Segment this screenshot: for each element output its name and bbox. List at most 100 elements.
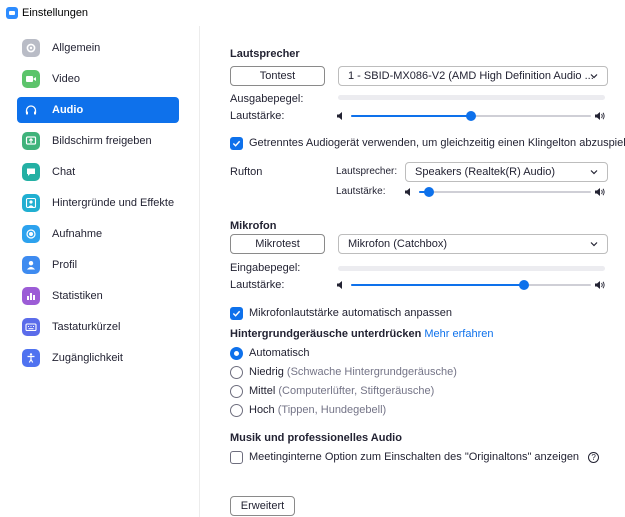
noise-option-hint: (Schwache Hintergrundgeräusche) — [286, 366, 457, 378]
noise-radio-automatisch[interactable] — [230, 347, 243, 360]
sidebar-item-allgemein[interactable]: Allgemein — [17, 35, 179, 61]
sidebar-item-zugaenglichkeit[interactable]: Zugänglichkeit — [17, 345, 179, 371]
help-icon[interactable]: ? — [588, 451, 600, 463]
noise-radio-mittel[interactable] — [230, 385, 243, 398]
noise-option-niedrig: Niedrig (Schwache Hintergrundgeräusche) — [249, 366, 457, 378]
learn-more-link[interactable]: Mehr erfahren — [424, 328, 493, 340]
noise-option-hoch: Hoch (Tippen, Hundegebell) — [249, 404, 386, 416]
sidebar-item-bildschirm-freigeben[interactable]: Bildschirm freigeben — [17, 128, 179, 154]
input-level-label: Eingabepegel: — [230, 262, 301, 274]
original-sound-label: Meetinginterne Option zum Einschalten de… — [249, 451, 580, 463]
microphone-device-value: Mikrofon (Catchbox) — [348, 238, 448, 250]
speaker-volume-label: Lautstärke: — [230, 110, 285, 122]
sidebar-item-label: Hintergründe und Effekte — [52, 197, 175, 209]
audio-settings-panel: Lautsprecher Tontest 1 - SBID-MX086-V2 (… — [230, 26, 625, 517]
sidebar-item-statistiken[interactable]: Statistiken — [17, 283, 179, 309]
sidebar-item-label: Profil — [52, 259, 78, 271]
app-icon — [6, 7, 18, 19]
slider-thumb[interactable] — [466, 111, 476, 121]
advanced-button[interactable]: Erweitert — [230, 496, 295, 516]
sidebar-item-label: Audio — [52, 104, 84, 116]
noise-option-hint: (Computerlüfter, Stiftgeräusche) — [278, 385, 435, 397]
sidebar-item-label: Chat — [52, 166, 76, 178]
record-icon — [22, 225, 40, 243]
person-background-icon — [22, 194, 40, 212]
input-level-meter — [338, 266, 605, 271]
share-screen-icon — [22, 132, 40, 150]
microphone-heading: Mikrofon — [230, 220, 277, 232]
sidebar-item-video[interactable]: Video — [17, 66, 179, 92]
test-microphone-button[interactable]: Mikrotest — [230, 234, 325, 254]
speaker-volume-slider[interactable] — [336, 109, 608, 123]
speaker-low-icon — [337, 112, 342, 120]
chevron-down-icon — [590, 170, 598, 175]
slider-thumb[interactable] — [424, 187, 434, 197]
bar-chart-icon — [22, 287, 40, 305]
output-level-meter — [338, 95, 605, 100]
sidebar-item-tastaturkuerzel[interactable]: Tastaturkürzel — [17, 314, 179, 340]
noise-suppression-heading: Hintergrundgeräusche unterdrücken — [230, 328, 422, 340]
microphone-device-select[interactable]: Mikrofon (Catchbox) — [338, 234, 608, 254]
video-camera-icon — [22, 70, 40, 88]
sidebar-item-label: Aufnahme — [52, 228, 103, 240]
speaker-heading: Lautsprecher — [230, 48, 300, 60]
original-sound-row: Meetinginterne Option zum Einschalten de… — [249, 451, 600, 463]
speaker-high-icon — [595, 112, 605, 120]
chevron-down-icon — [590, 74, 598, 79]
music-audio-heading: Musik und professionelles Audio — [230, 432, 402, 444]
microphone-volume-slider[interactable] — [336, 278, 608, 292]
speaker-high-icon — [595, 281, 605, 289]
noise-option-mittel: Mittel (Computerlüfter, Stiftgeräusche) — [249, 385, 434, 397]
headphones-icon — [22, 101, 40, 119]
ringtone-volume-slider[interactable] — [404, 185, 608, 199]
check-icon — [232, 140, 241, 147]
noise-option-label: Mittel — [249, 385, 276, 397]
sidebar-item-chat[interactable]: Chat — [17, 159, 179, 185]
noise-option-label: Automatisch — [249, 347, 310, 359]
sidebar-item-aufnahme[interactable]: Aufnahme — [17, 221, 179, 247]
ringtone-device-select[interactable]: Speakers (Realtek(R) Audio) — [405, 162, 608, 182]
ringtone-speaker-label: Lautsprecher: — [336, 166, 398, 177]
noise-option-label: Niedrig — [249, 366, 284, 378]
sidebar-item-audio[interactable]: Audio — [17, 97, 179, 123]
test-speaker-button[interactable]: Tontest — [230, 66, 325, 86]
sidebar-item-label: Zugänglichkeit — [52, 352, 123, 364]
separate-audio-device-label: Getrenntes Audiogerät verwenden, um glei… — [249, 137, 625, 149]
sidebar-item-profil[interactable]: Profil — [17, 252, 179, 278]
noise-suppression-row: Hintergrundgeräusche unterdrücken Mehr e… — [230, 328, 493, 340]
sidebar-item-hintergruende[interactable]: Hintergründe und Effekte — [17, 190, 179, 216]
original-sound-checkbox[interactable] — [230, 451, 243, 464]
chevron-down-icon — [590, 242, 598, 247]
auto-adjust-mic-label: Mikrofonlautstärke automatisch anpassen — [249, 307, 452, 319]
ringtone-device-value: Speakers (Realtek(R) Audio) — [415, 166, 556, 178]
speaker-low-icon — [337, 281, 342, 289]
output-level-label: Ausgabepegel: — [230, 93, 304, 105]
chat-bubble-icon — [22, 163, 40, 181]
ringtone-volume-label: Lautstärke: — [336, 186, 386, 197]
microphone-volume-label: Lautstärke: — [230, 279, 285, 291]
gear-icon — [22, 39, 40, 57]
keyboard-icon — [22, 318, 40, 336]
noise-radio-niedrig[interactable] — [230, 366, 243, 379]
slider-thumb[interactable] — [519, 280, 529, 290]
accessibility-icon — [22, 349, 40, 367]
speaker-device-value: 1 - SBID-MX086-V2 (AMD High Definition A… — [348, 70, 594, 82]
sidebar: Allgemein Video Audio Bildschirm freigeb… — [0, 26, 200, 517]
title-bar: Einstellungen — [0, 0, 625, 26]
sidebar-item-label: Tastaturkürzel — [52, 321, 121, 333]
sidebar-item-label: Bildschirm freigeben — [52, 135, 152, 147]
auto-adjust-mic-checkbox[interactable] — [230, 307, 243, 320]
noise-radio-hoch[interactable] — [230, 404, 243, 417]
speaker-high-icon — [595, 188, 605, 196]
separate-audio-device-checkbox[interactable] — [230, 137, 243, 150]
noise-option-label: Hoch — [249, 404, 275, 416]
check-icon — [232, 310, 241, 317]
speaker-device-select[interactable]: 1 - SBID-MX086-V2 (AMD High Definition A… — [338, 66, 608, 86]
sidebar-item-label: Video — [52, 73, 80, 85]
window-title: Einstellungen — [22, 7, 89, 19]
sidebar-item-label: Statistiken — [52, 290, 103, 302]
noise-option-hint: (Tippen, Hundegebell) — [277, 404, 387, 416]
speaker-low-icon — [405, 188, 410, 196]
profile-icon — [22, 256, 40, 274]
ringtone-label: Rufton — [230, 166, 263, 178]
